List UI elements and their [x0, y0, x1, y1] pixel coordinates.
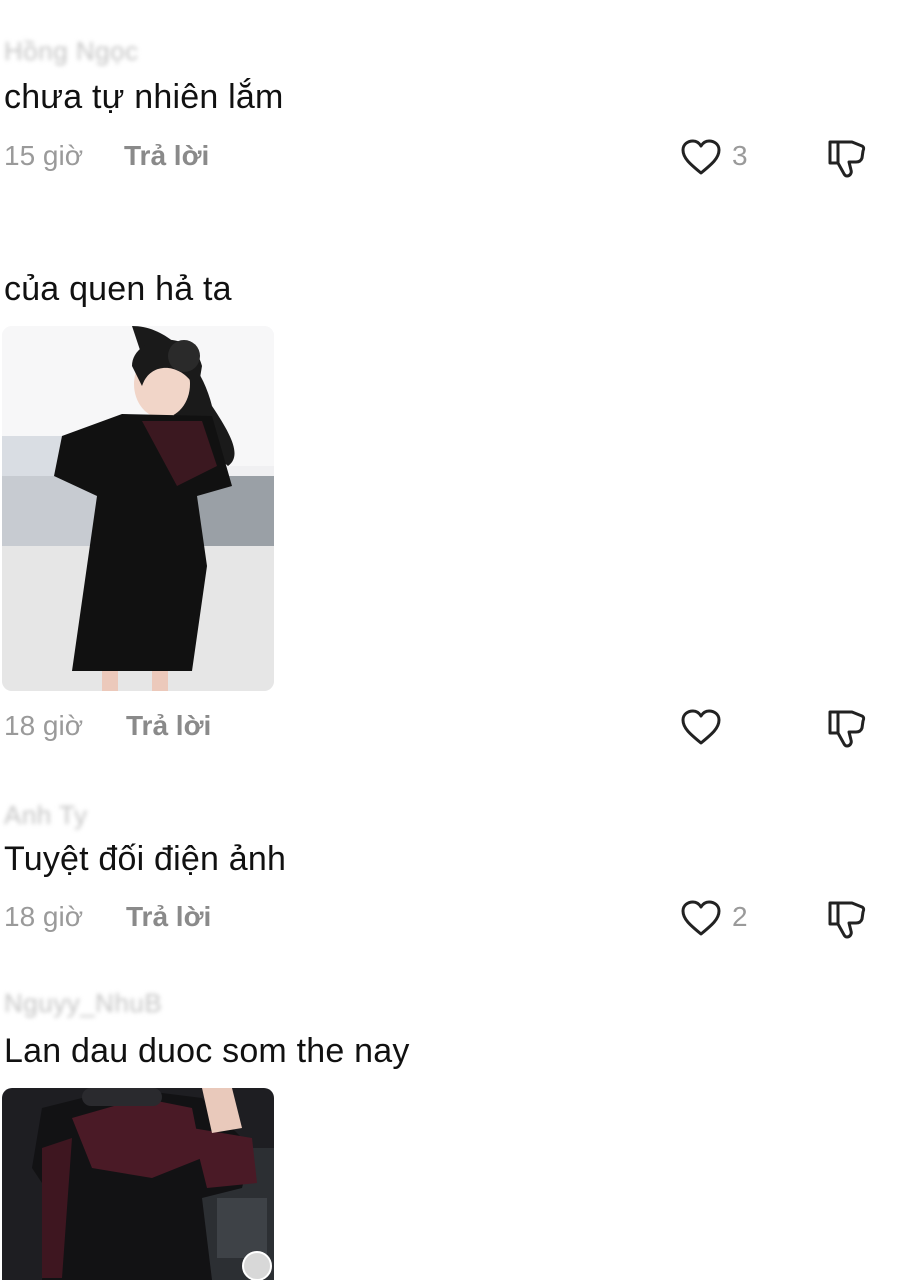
comment-text: Lan dau duoc som the nay — [4, 1032, 410, 1070]
like-count: 2 — [732, 901, 748, 932]
heart-outline-icon[interactable] — [680, 708, 722, 746]
comment-username[interactable]: Hồng Ngọc — [4, 36, 139, 67]
photo-image — [2, 326, 274, 691]
reply-button[interactable]: Trả lời — [126, 710, 211, 742]
comment-username[interactable]: Nguyy_NhuB — [4, 988, 162, 1019]
comment-image-thumbnail[interactable] — [2, 1088, 274, 1280]
like-count: 3 — [732, 140, 748, 171]
reply-button[interactable]: Trả lời — [124, 140, 209, 172]
thumbs-down-icon[interactable] — [824, 897, 868, 941]
comment-text: của quen hả ta — [4, 270, 232, 308]
thumbs-down-icon[interactable] — [824, 706, 868, 750]
comment-timestamp: 15 giờ — [4, 140, 84, 171]
comment-text: Tuyệt đối điện ảnh — [4, 840, 287, 878]
comment-username[interactable]: Anh Ty — [4, 800, 87, 831]
comment-timestamp: 18 giờ — [4, 710, 84, 741]
comment-image-thumbnail[interactable] — [2, 326, 274, 691]
thumbs-down-icon[interactable] — [824, 136, 868, 180]
comment-timestamp: 18 giờ — [4, 901, 84, 932]
comment-text: chưa tự nhiên lắm — [4, 78, 284, 116]
heart-outline-icon[interactable] — [680, 899, 722, 937]
photo-image — [2, 1088, 274, 1280]
heart-outline-icon[interactable] — [680, 138, 722, 176]
reply-button[interactable]: Trả lời — [126, 901, 211, 933]
